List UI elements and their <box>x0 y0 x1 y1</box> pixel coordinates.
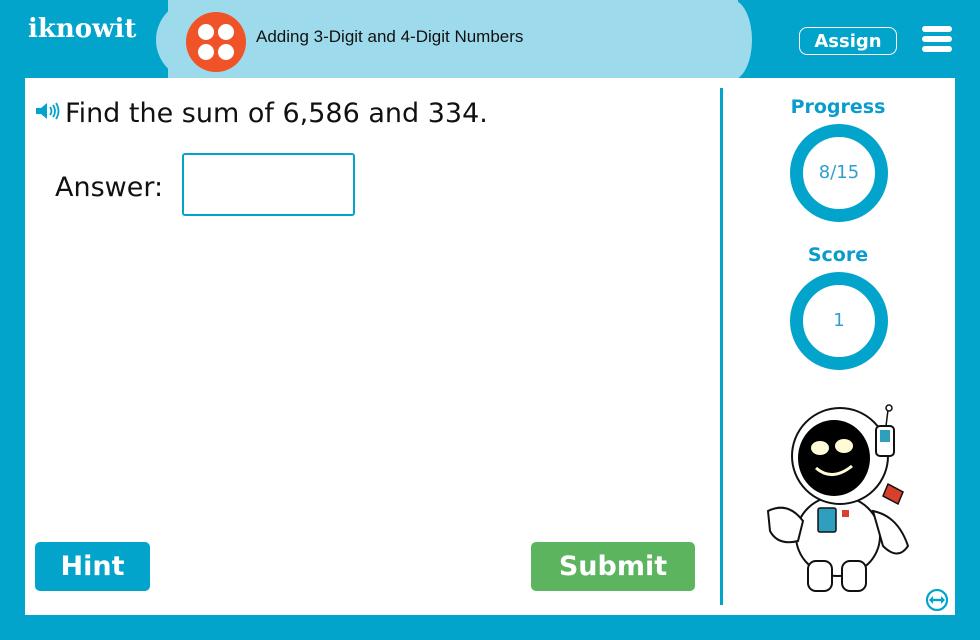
astronaut-mascot <box>766 404 910 592</box>
topic-title: Adding 3-Digit and 4-Digit Numbers <box>256 27 524 46</box>
header-bar: iknowit Adding 3-Digit and 4-Digit Numbe… <box>0 0 980 80</box>
resize-horizontal-icon[interactable] <box>925 588 949 612</box>
hamburger-menu-icon[interactable] <box>922 26 952 52</box>
assign-button[interactable]: Assign <box>799 27 897 55</box>
answer-label: Answer: <box>55 172 164 203</box>
submit-button[interactable]: Submit <box>531 542 695 591</box>
progress-ring: 8/15 <box>790 124 888 222</box>
speaker-icon[interactable] <box>35 102 61 120</box>
hint-button[interactable]: Hint <box>35 542 150 591</box>
four-dots-icon <box>186 12 246 72</box>
exercise-panel: Find the sum of 6,586 and 334. Answer: H… <box>25 78 955 615</box>
panel-divider <box>720 88 723 605</box>
progress-value: 8/15 <box>818 162 860 183</box>
progress-label: Progress <box>790 96 886 118</box>
logo-text: iknowit <box>28 14 137 44</box>
score-label: Score <box>807 244 869 266</box>
answer-input[interactable] <box>182 153 355 216</box>
iknowit-logo[interactable]: iknowit <box>28 14 136 44</box>
question-text: Find the sum of 6,586 and 334. <box>65 98 488 129</box>
score-ring: 1 <box>790 272 888 370</box>
score-value: 1 <box>833 310 845 331</box>
